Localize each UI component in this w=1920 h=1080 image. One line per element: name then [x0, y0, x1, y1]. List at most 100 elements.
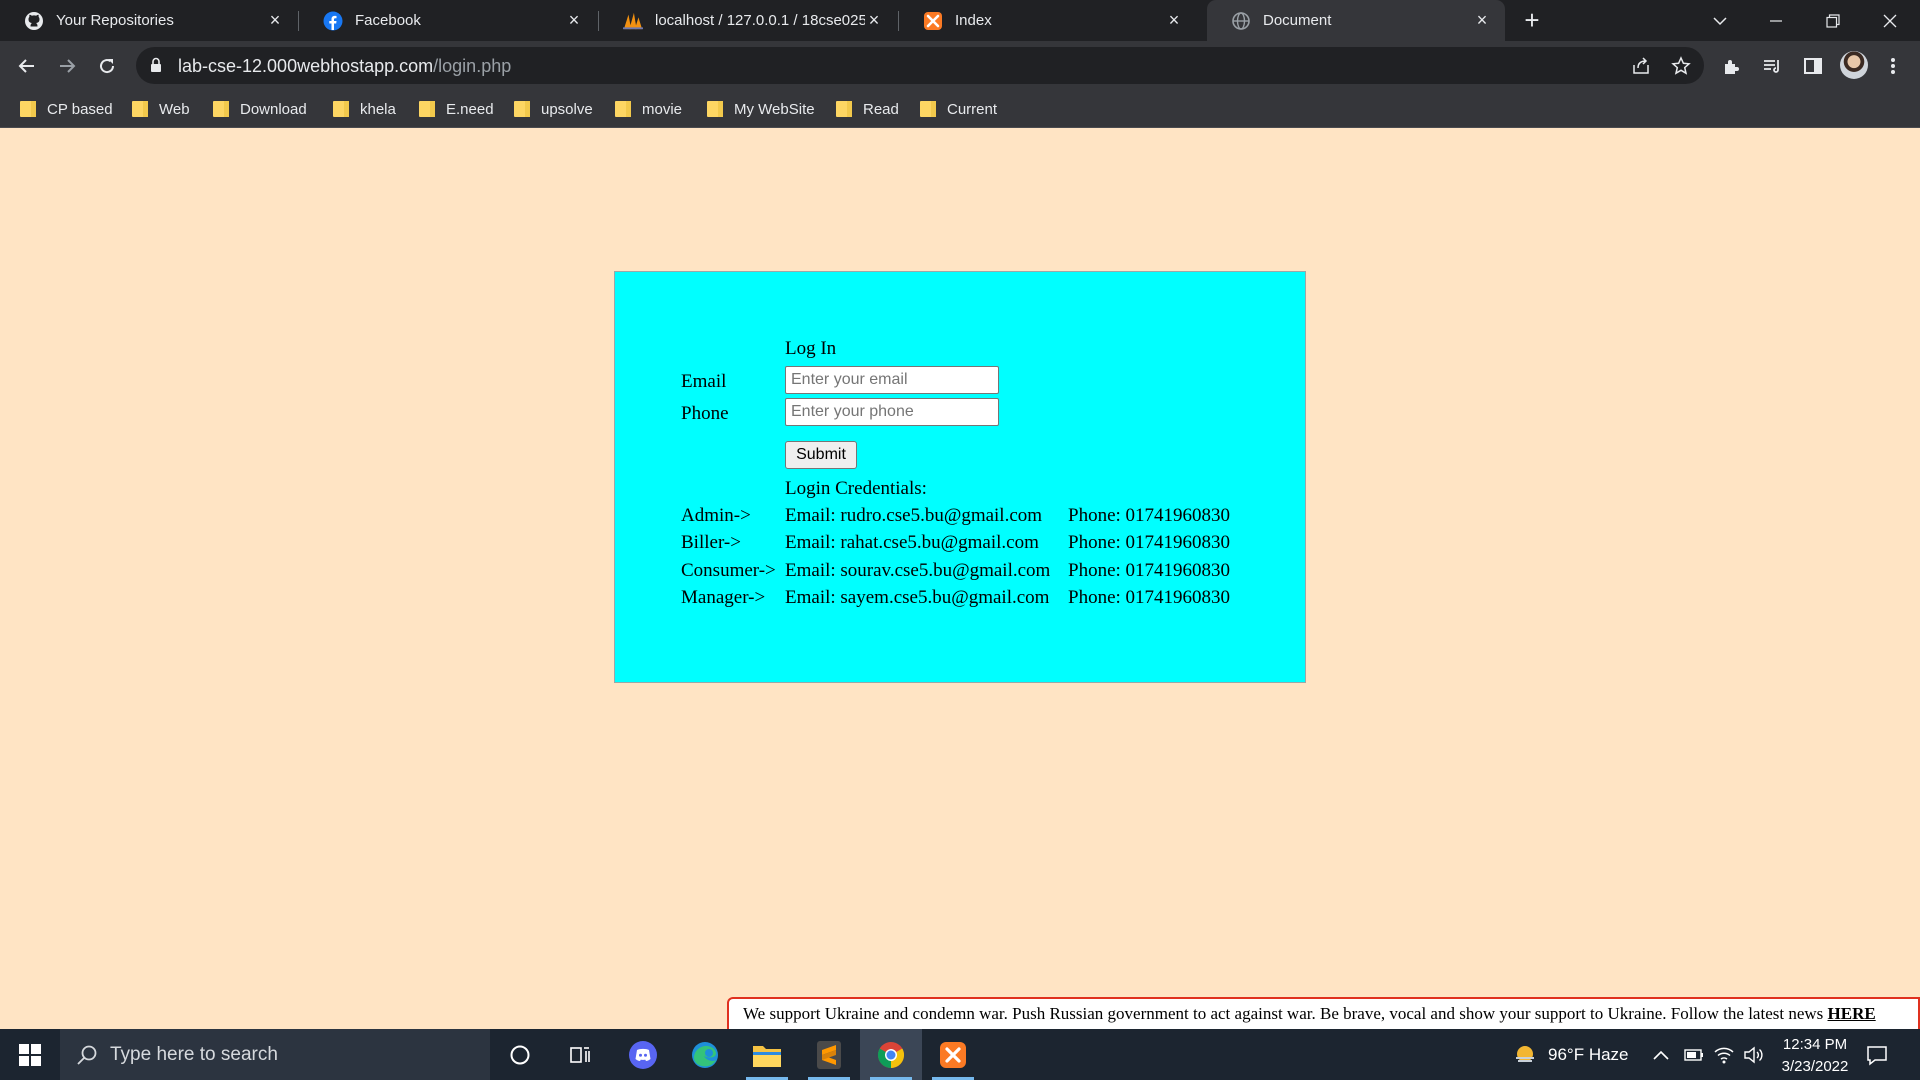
tab-title: localhost / 127.0.0.1 / 18cse025 | [655, 12, 865, 29]
folder-icon [132, 101, 148, 117]
xampp-icon [923, 11, 943, 31]
credential-role: Manager-> [681, 587, 766, 608]
discord-app[interactable] [612, 1029, 674, 1080]
email-field[interactable] [785, 366, 999, 394]
url-text: lab-cse-12.000webhostapp.com/login.php [178, 56, 511, 77]
chrome-icon [877, 1041, 905, 1068]
restore-button[interactable] [1805, 0, 1861, 41]
close-icon [1883, 14, 1897, 27]
credentials-heading: Login Credentials: [785, 478, 927, 499]
bookmark-movie[interactable]: movie [615, 98, 682, 120]
battery-button[interactable] [1684, 1029, 1704, 1080]
ukraine-support-banner: We support Ukraine and condemn war. Push… [727, 997, 1920, 1029]
email-label: Email [681, 371, 727, 392]
banner-text: We support Ukraine and condemn war. Push… [743, 1004, 1828, 1023]
reload-button[interactable] [92, 51, 122, 81]
sublime-text-icon [817, 1040, 841, 1069]
close-icon[interactable]: × [1165, 11, 1183, 29]
folder-icon [514, 101, 530, 117]
banner-link[interactable]: HERE [1828, 1004, 1876, 1023]
network-button[interactable] [1714, 1029, 1734, 1080]
folder-icon [333, 101, 349, 117]
bookmark-label: Download [240, 100, 307, 118]
xampp-app[interactable] [922, 1029, 984, 1080]
clock-date: 3/23/2022 [1781, 1058, 1849, 1075]
credential-phone: Phone: 01741960830 [1068, 560, 1231, 581]
taskbar-clock[interactable]: 12:34 PM 3/23/2022 [1760, 1034, 1870, 1078]
forward-button[interactable] [52, 51, 82, 81]
folder-icon [753, 1045, 781, 1067]
windows-icon [19, 1043, 41, 1066]
credential-role: Admin-> [681, 505, 751, 526]
taskbar-search-box[interactable]: Type here to search [60, 1029, 490, 1080]
bookmark-web[interactable]: Web [132, 98, 190, 120]
chrome-app[interactable] [860, 1029, 922, 1080]
bookmark-read[interactable]: Read [836, 98, 899, 120]
folder-icon [615, 101, 631, 117]
bookmark-cp-based[interactable]: CP based [20, 98, 113, 120]
bookmark-upsolve[interactable]: upsolve [514, 98, 593, 120]
credential-email: Email: sayem.cse5.bu@gmail.com [785, 587, 1050, 608]
tab-document[interactable]: Document × [1207, 0, 1505, 41]
close-icon[interactable]: × [266, 11, 284, 29]
minimize-icon [1770, 19, 1782, 22]
close-icon[interactable]: × [865, 11, 883, 29]
close-icon[interactable]: × [565, 11, 583, 29]
credential-email: Email: rudro.cse5.bu@gmail.com [785, 505, 1043, 526]
bookmark-star-icon[interactable] [1670, 55, 1692, 77]
phone-label: Phone [681, 403, 729, 424]
task-view-button[interactable] [549, 1029, 611, 1080]
start-button[interactable] [0, 1029, 60, 1080]
edge-app[interactable] [674, 1029, 736, 1080]
cortana-button[interactable] [489, 1029, 551, 1080]
bookmark-download[interactable]: Download [213, 98, 307, 120]
tab-search-button[interactable] [1692, 0, 1748, 41]
notifications-button[interactable] [1866, 1029, 1888, 1080]
arrow-left-icon [18, 59, 34, 73]
bookmark-eneed[interactable]: E.need [419, 98, 494, 120]
bookmark-label: Read [863, 100, 899, 118]
bookmark-khela[interactable]: khela [333, 98, 396, 120]
profile-avatar[interactable] [1840, 51, 1868, 79]
close-icon[interactable]: × [1473, 11, 1491, 29]
bookmark-label: E.need [446, 100, 494, 118]
side-panel-icon[interactable] [1800, 53, 1826, 79]
submit-button[interactable]: Submit [785, 441, 857, 469]
back-button[interactable] [12, 51, 42, 81]
show-hidden-icons-button[interactable] [1653, 1029, 1669, 1080]
new-tab-button[interactable]: + [1518, 7, 1546, 35]
search-placeholder: Type here to search [110, 1043, 278, 1065]
bookmark-label: CP based [47, 100, 113, 118]
tab-index[interactable]: Index × [899, 0, 1197, 41]
sublime-text-app[interactable] [798, 1029, 860, 1080]
share-icon[interactable] [1630, 55, 1652, 77]
phpmyadmin-icon [623, 11, 643, 31]
task-view-icon [570, 1046, 590, 1063]
bookmark-label: Web [159, 100, 190, 118]
reading-list-icon[interactable] [1759, 53, 1785, 79]
credential-role: Consumer-> [681, 560, 776, 581]
minimize-button[interactable] [1748, 0, 1804, 41]
more-menu-icon[interactable] [1880, 53, 1906, 79]
bookmark-my-website[interactable]: My WebSite [707, 98, 815, 120]
browser-toolbar: lab-cse-12.000webhostapp.com/login.php [0, 41, 1920, 90]
extensions-icon[interactable] [1718, 53, 1744, 79]
tab-your-repositories[interactable]: Your Repositories × [0, 0, 298, 41]
tab-facebook[interactable]: Facebook × [299, 0, 597, 41]
page-viewport: Log In Email Phone Submit Login Credenti… [0, 128, 1920, 1029]
address-bar[interactable]: lab-cse-12.000webhostapp.com/login.php [136, 47, 1704, 84]
credential-phone: Phone: 01741960830 [1068, 587, 1231, 608]
close-window-button[interactable] [1862, 0, 1918, 41]
folder-icon [213, 101, 229, 117]
phone-field[interactable] [785, 398, 999, 426]
login-heading: Log In [785, 338, 837, 359]
credential-phone: Phone: 01741960830 [1068, 532, 1231, 553]
weather-widget[interactable]: 96°F Haze [1512, 1029, 1629, 1080]
file-explorer-app[interactable] [736, 1029, 798, 1080]
battery-icon [1684, 1048, 1703, 1061]
restore-icon [1826, 13, 1840, 28]
credential-role: Biller-> [681, 532, 741, 553]
tab-phpmyadmin[interactable]: localhost / 127.0.0.1 / 18cse025 | × [599, 0, 897, 41]
discord-icon [629, 1040, 657, 1069]
bookmark-current[interactable]: Current [920, 98, 997, 120]
